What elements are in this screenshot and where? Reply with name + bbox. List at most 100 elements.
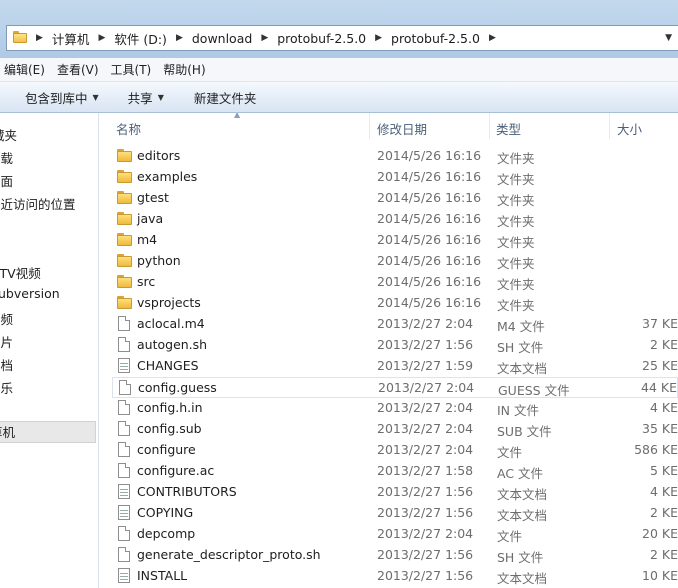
file-row[interactable]: configure 2013/2/27 2:04 文件 586 KE <box>99 440 678 461</box>
column-header-date[interactable]: 修改日期 <box>377 119 427 138</box>
share-label: 共享 <box>127 90 153 106</box>
file-date: 2013/2/27 2:04 <box>377 316 474 331</box>
file-date: 2013/2/27 1:56 <box>377 547 474 562</box>
file-icon <box>118 547 130 562</box>
file-icon <box>118 421 130 436</box>
breadcrumb-protobuf-current[interactable]: protobuf-2.5.0 <box>391 31 480 46</box>
file-type: IN 文件 <box>497 403 540 418</box>
menu-help[interactable]: 帮助(H) <box>159 61 213 78</box>
file-row[interactable]: editors 2014/5/26 16:16 文件夹 <box>99 146 678 167</box>
file-type: 文本文档 <box>497 361 548 376</box>
file-icon <box>118 400 130 415</box>
column-header-type[interactable]: 类型 <box>496 119 521 138</box>
file-size: 2 KE <box>649 505 678 520</box>
breadcrumb-drive[interactable]: 软件 (D:) <box>114 29 167 48</box>
column-divider[interactable] <box>369 113 370 139</box>
file-row[interactable]: python 2014/5/26 16:16 文件夹 <box>99 251 678 272</box>
nav-item-videos[interactable]: 视频 <box>0 309 13 328</box>
file-type: 文本文档 <box>497 571 548 586</box>
file-date: 2013/2/27 1:56 <box>377 337 474 352</box>
folder-icon <box>13 31 27 43</box>
file-date: 2013/2/27 1:56 <box>377 568 474 583</box>
text-document-icon <box>118 484 130 499</box>
folder-icon <box>117 296 132 309</box>
nav-item-computer[interactable]: 算机 <box>0 421 96 443</box>
nav-item-pictures[interactable]: 图片 <box>0 332 13 351</box>
menu-tools[interactable]: 工具(T) <box>107 61 160 78</box>
file-row[interactable]: generate_descriptor_proto.sh 2013/2/27 1:… <box>99 545 678 566</box>
file-row[interactable]: vsprojects 2014/5/26 16:16 文件夹 <box>99 293 678 314</box>
nav-item-downloads[interactable]: 下载 <box>0 148 13 167</box>
breadcrumb-protobuf-parent[interactable]: protobuf-2.5.0 <box>277 31 366 46</box>
chevron-right-icon[interactable]: ▶ <box>36 33 43 43</box>
column-divider[interactable] <box>489 113 490 139</box>
chevron-right-icon[interactable]: ▶ <box>176 33 183 43</box>
breadcrumb-computer[interactable]: 计算机 <box>52 29 90 48</box>
file-type: 文件夹 <box>497 193 535 208</box>
file-type: SUB 文件 <box>497 424 552 439</box>
file-row[interactable]: java 2014/5/26 16:16 文件夹 <box>99 209 678 230</box>
file-size: 44 KE <box>641 380 677 395</box>
file-row[interactable]: config.guess 2013/2/27 2:04 GUESS 文件 44 KE <box>112 377 678 398</box>
include-in-library-button[interactable]: 包含到库中 ▼ <box>25 88 99 107</box>
file-row[interactable]: autogen.sh 2013/2/27 1:56 SH 文件 2 KE <box>99 335 678 356</box>
new-folder-button[interactable]: 新建文件夹 <box>194 88 257 107</box>
breadcrumb-download[interactable]: download <box>192 31 252 46</box>
column-header-name[interactable]: 名称 <box>116 119 141 138</box>
column-header-size[interactable]: 大小 <box>617 119 642 138</box>
file-type: SH 文件 <box>497 340 544 355</box>
column-divider[interactable] <box>609 113 610 139</box>
file-row[interactable]: depcomp 2013/2/27 2:04 文件 20 KE <box>99 524 678 545</box>
file-row[interactable]: config.h.in 2013/2/27 2:04 IN 文件 4 KE <box>99 398 678 419</box>
nav-item-computer-label: 算机 <box>0 425 16 440</box>
file-name: vsprojects <box>137 295 201 310</box>
file-type: 文件夹 <box>497 172 535 187</box>
nav-item-favorites[interactable]: 藏夹 <box>0 125 17 144</box>
folder-icon <box>117 149 132 162</box>
file-type: 文件夹 <box>497 151 535 166</box>
file-date: 2013/2/27 2:04 <box>377 526 474 541</box>
nav-item-pptv-video[interactable]: PTV视频 <box>0 263 41 282</box>
text-document-icon <box>118 505 130 520</box>
file-name: gtest <box>137 190 169 205</box>
chevron-right-icon[interactable]: ▶ <box>375 33 382 43</box>
chevron-right-icon[interactable]: ▶ <box>98 33 105 43</box>
dropdown-arrow-icon: ▼ <box>92 92 99 102</box>
address-bar-strip: ▶ 计算机 ▶ 软件 (D:) ▶ download ▶ protobuf-2.… <box>0 0 678 58</box>
file-name: config.guess <box>138 380 217 395</box>
file-size: 586 KE <box>634 442 678 457</box>
chevron-down-icon[interactable]: ▼ <box>665 33 672 43</box>
share-button[interactable]: 共享 ▼ <box>128 88 164 107</box>
nav-item-desktop[interactable]: 桌面 <box>0 171 13 190</box>
nav-item-documents[interactable]: 文档 <box>0 355 13 374</box>
file-size: 20 KE <box>642 526 678 541</box>
file-row[interactable]: config.sub 2013/2/27 2:04 SUB 文件 35 KE <box>99 419 678 440</box>
chevron-right-icon[interactable]: ▶ <box>489 33 496 43</box>
file-date: 2014/5/26 16:16 <box>377 232 482 247</box>
file-size: 2 KE <box>649 547 678 562</box>
file-date: 2013/2/27 2:04 <box>377 442 474 457</box>
nav-item-network[interactable]: 络 <box>0 468 1 487</box>
chevron-right-icon[interactable]: ▶ <box>261 33 268 43</box>
file-row[interactable]: CHANGES 2013/2/27 1:59 文本文档 25 KE <box>99 356 678 377</box>
file-name: configure <box>137 442 196 457</box>
nav-item-subversion[interactable]: ubversion <box>0 286 60 301</box>
file-row[interactable]: m4 2014/5/26 16:16 文件夹 <box>99 230 678 251</box>
file-row[interactable]: CONTRIBUTORS 2013/2/27 1:56 文本文档 4 KE <box>99 482 678 503</box>
file-row[interactable]: configure.ac 2013/2/27 1:58 AC 文件 5 KE <box>99 461 678 482</box>
menu-view[interactable]: 查看(V) <box>53 61 107 78</box>
file-row[interactable]: examples 2014/5/26 16:16 文件夹 <box>99 167 678 188</box>
menu-edit[interactable]: 编辑(E) <box>0 61 53 78</box>
file-row[interactable]: INSTALL 2013/2/27 1:56 文本文档 10 KE <box>99 566 678 587</box>
file-row[interactable]: COPYING 2013/2/27 1:56 文本文档 2 KE <box>99 503 678 524</box>
file-type: GUESS 文件 <box>498 383 570 398</box>
file-date: 2014/5/26 16:16 <box>377 274 482 289</box>
file-type: AC 文件 <box>497 466 544 481</box>
file-row[interactable]: aclocal.m4 2013/2/27 2:04 M4 文件 37 KE <box>99 314 678 335</box>
file-row[interactable]: src 2014/5/26 16:16 文件夹 <box>99 272 678 293</box>
nav-item-music[interactable]: 音乐 <box>0 378 13 397</box>
nav-item-recent-places[interactable]: 最近访问的位置 <box>0 194 76 213</box>
address-bar[interactable]: ▶ 计算机 ▶ 软件 (D:) ▶ download ▶ protobuf-2.… <box>6 25 678 51</box>
file-date: 2014/5/26 16:16 <box>377 190 482 205</box>
file-row[interactable]: gtest 2014/5/26 16:16 文件夹 <box>99 188 678 209</box>
